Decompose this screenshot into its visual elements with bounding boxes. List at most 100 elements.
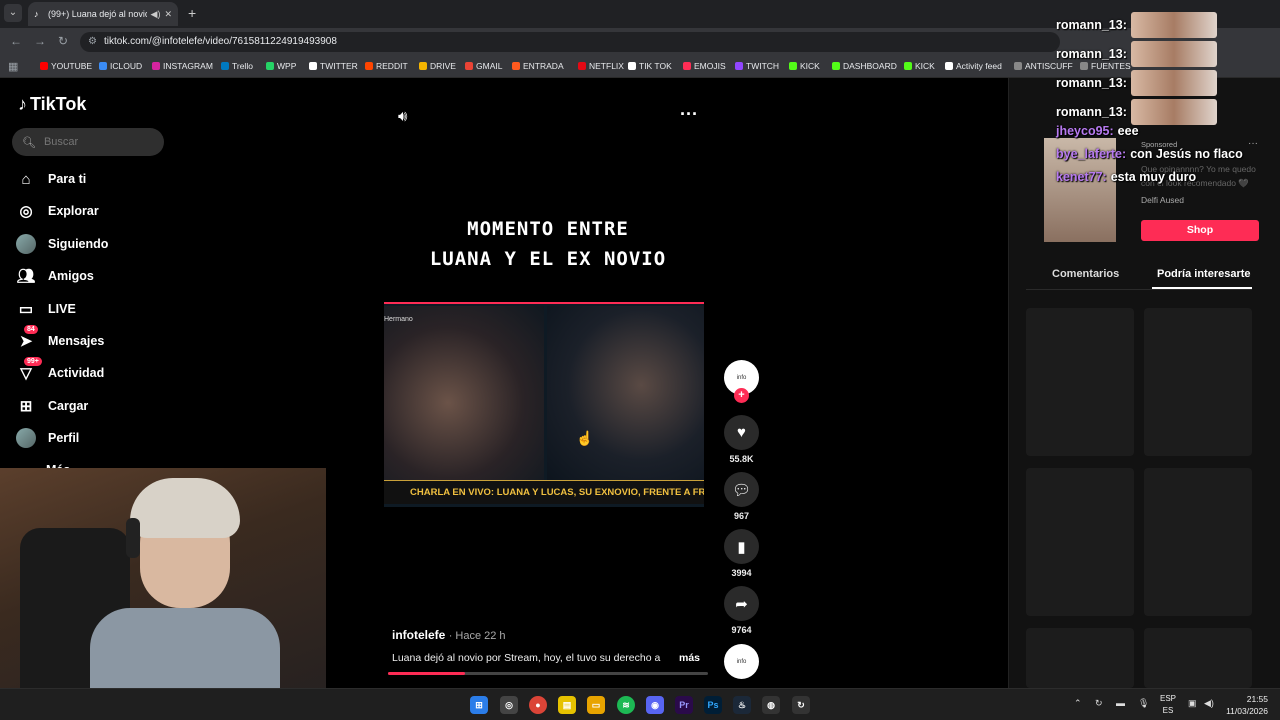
suggested-video[interactable] bbox=[1144, 468, 1252, 616]
volume-tray-icon[interactable]: ◀) bbox=[1204, 698, 1214, 709]
chat-username: romann_13: bbox=[1056, 76, 1127, 90]
comment-button[interactable]: 💬︎ 967 bbox=[724, 472, 759, 521]
bookmark-item[interactable]: TWITTER bbox=[309, 61, 358, 71]
sidebar-item-label: Mensajes bbox=[48, 334, 105, 348]
sidebar-item-mensajes[interactable]: ➤ 84 Mensajes bbox=[16, 325, 105, 353]
forward-icon[interactable]: → bbox=[34, 34, 46, 48]
sidebar-item-explorar[interactable]: ◎ Explorar bbox=[16, 199, 99, 223]
bookmark-favicon-icon bbox=[152, 62, 160, 70]
chat-username: romann_13: bbox=[1056, 105, 1127, 119]
language-indicator[interactable]: ESP ES bbox=[1160, 693, 1176, 717]
speaker-icon[interactable]: ◀) bbox=[151, 9, 161, 20]
headline-line-2: LUANA Y EL EX NOVIO bbox=[429, 248, 667, 270]
back-icon[interactable]: ← bbox=[10, 34, 22, 48]
author-avatar-button[interactable]: info + bbox=[724, 360, 759, 403]
bookmark-favicon-icon bbox=[419, 62, 427, 70]
bookmark-item[interactable]: GMAIL bbox=[465, 61, 502, 71]
suggested-video[interactable] bbox=[1144, 308, 1252, 456]
more-button[interactable]: más bbox=[679, 652, 700, 664]
premiere-icon[interactable]: Pr bbox=[675, 696, 693, 714]
tab-suggested[interactable]: Podría interesarte bbox=[1157, 268, 1251, 280]
sidebar-item-label: Explorar bbox=[48, 204, 99, 218]
sidebar-item-siguiendo[interactable]: Siguiendo bbox=[16, 232, 108, 256]
tiktok-logo[interactable]: ♪ TikTok bbox=[18, 94, 86, 115]
sidebar-item-perfil[interactable]: Perfil bbox=[16, 426, 79, 450]
start-icon[interactable]: ⊞ bbox=[470, 696, 488, 714]
bookmark-item[interactable]: DASHBOARD bbox=[832, 61, 897, 71]
reload-icon[interactable]: ↻ bbox=[58, 34, 68, 48]
photoshop-icon[interactable]: Ps bbox=[704, 696, 722, 714]
more-options-icon[interactable]: ··· bbox=[680, 104, 698, 125]
bookmark-item[interactable]: WPP bbox=[266, 61, 296, 71]
sync-app-icon[interactable]: ↻ bbox=[792, 696, 810, 714]
steam-icon[interactable]: ♨ bbox=[733, 696, 751, 714]
obs-icon[interactable]: ◍ bbox=[762, 696, 780, 714]
sidebar-item-cargar[interactable]: ⊞ Cargar bbox=[16, 394, 89, 418]
suggested-video[interactable] bbox=[1144, 628, 1252, 688]
clock[interactable]: 21:55 11/03/2026 bbox=[1222, 693, 1268, 717]
network-icon[interactable]: ▣ bbox=[1188, 698, 1197, 709]
bookmark-item[interactable]: KICK bbox=[904, 61, 935, 71]
suggested-video[interactable] bbox=[1026, 308, 1134, 456]
save-button[interactable]: ▮ 3994 bbox=[724, 529, 759, 578]
close-tab-icon[interactable]: ✕ bbox=[164, 9, 172, 20]
author-line: infotelefe · Hace 22 h bbox=[392, 628, 506, 642]
bookmark-item[interactable]: DRIVE bbox=[419, 61, 456, 71]
sticky-notes-icon[interactable]: ▤ bbox=[558, 696, 576, 714]
like-button[interactable]: ♥ 55.8K bbox=[724, 415, 759, 464]
tray-sync-icon[interactable]: ↻ bbox=[1095, 698, 1103, 709]
share-button[interactable]: ➦ 9764 bbox=[724, 586, 759, 635]
bookmark-item[interactable]: KICK bbox=[789, 61, 820, 71]
sidebar-item-actividad[interactable]: ▽ 99+ Actividad bbox=[16, 357, 104, 385]
follow-plus-icon[interactable]: + bbox=[734, 388, 749, 403]
volume-icon[interactable]: 🔊︎ bbox=[398, 108, 407, 125]
sidebar-item-label: Cargar bbox=[48, 399, 89, 413]
search-input[interactable] bbox=[43, 136, 154, 148]
sidebar-item-live[interactable]: ▭ LIVE bbox=[16, 297, 76, 321]
active-tab[interactable]: ♪ (99+) Luana dejó al novio p ◀) ✕ bbox=[28, 2, 178, 26]
new-tab-button[interactable]: + bbox=[188, 5, 196, 21]
bookmark-item[interactable]: NETFLIX bbox=[578, 61, 624, 71]
tray-flag-icon[interactable]: ▬ bbox=[1116, 698, 1125, 708]
file-explorer-icon[interactable]: ▭ bbox=[587, 696, 605, 714]
apps-grid-icon[interactable]: ▦ bbox=[8, 60, 18, 73]
bookmark-item[interactable]: INSTAGRAM bbox=[152, 61, 213, 71]
discord-icon[interactable]: ◉ bbox=[646, 696, 664, 714]
bookmark-favicon-icon bbox=[365, 62, 373, 70]
spotify-icon[interactable]: ≋ bbox=[617, 696, 635, 714]
bookmark-favicon-icon bbox=[465, 62, 473, 70]
site-info-icon[interactable]: ⚙ bbox=[88, 36, 97, 47]
sound-disc-button[interactable]: info bbox=[724, 644, 759, 679]
microphone-icon[interactable]: 🎙︎ bbox=[1138, 698, 1149, 709]
active-tab-indicator bbox=[1152, 287, 1252, 289]
bookmark-item[interactable]: Activity feed bbox=[945, 61, 1002, 71]
bookmark-favicon-icon bbox=[1014, 62, 1022, 70]
webcam-person-hair bbox=[130, 478, 240, 538]
author-name[interactable]: infotelefe bbox=[392, 628, 445, 642]
suggested-video[interactable] bbox=[1026, 628, 1134, 688]
suggested-video[interactable] bbox=[1026, 468, 1134, 616]
shop-button[interactable]: Shop bbox=[1141, 220, 1259, 241]
video-player[interactable]: Hermano CHARLA EN VIVO: LUANA Y LUCAS, S… bbox=[384, 302, 704, 507]
address-bar[interactable]: tiktok.com/@infotelefe/video/76158112249… bbox=[80, 32, 1060, 52]
sidebar-item-para-ti[interactable]: ⌂ Para ti bbox=[16, 167, 86, 191]
bookmark-item[interactable]: YOUTUBE bbox=[40, 61, 92, 71]
avatar-image bbox=[16, 234, 36, 254]
task-view-icon[interactable]: ◎ bbox=[500, 696, 518, 714]
bookmark-item[interactable]: ICLOUD bbox=[99, 61, 142, 71]
bookmark-item[interactable]: ENTRADA bbox=[512, 61, 564, 71]
tray-chevron-icon[interactable]: ⌃ bbox=[1074, 698, 1082, 709]
tab-search-button[interactable]: ⌄ bbox=[4, 4, 22, 22]
inbox-icon: ▽ 99+ bbox=[16, 357, 42, 383]
chat-text: con Jesús no flaco bbox=[1130, 147, 1243, 161]
search-box[interactable]: 🔍︎ bbox=[12, 128, 164, 156]
sidebar-item-amigos[interactable]: 👥︎ Amigos bbox=[16, 264, 93, 288]
chrome-icon[interactable]: ● bbox=[529, 696, 547, 714]
video-progress-bar[interactable] bbox=[388, 672, 708, 675]
bookmark-item[interactable]: TWITCH bbox=[735, 61, 779, 71]
bookmark-item[interactable]: TIK TOK bbox=[628, 61, 672, 71]
bookmark-item[interactable]: EMOJIS bbox=[683, 61, 726, 71]
tab-comments[interactable]: Comentarios bbox=[1052, 268, 1119, 280]
bookmark-item[interactable]: REDDIT bbox=[365, 61, 408, 71]
bookmark-item[interactable]: Trello bbox=[221, 61, 253, 71]
